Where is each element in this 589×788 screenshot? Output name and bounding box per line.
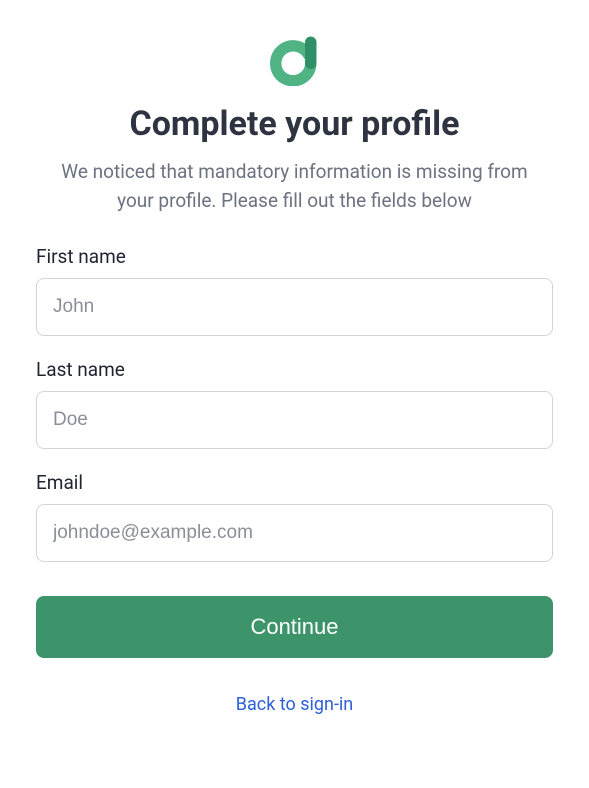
back-to-signin-link[interactable]: Back to sign-in <box>236 694 353 715</box>
last-name-label: Last name <box>36 358 553 381</box>
back-link-container: Back to sign-in <box>36 694 553 715</box>
last-name-input[interactable] <box>36 391 553 449</box>
email-label: Email <box>36 471 553 494</box>
logo-container <box>36 30 553 86</box>
email-input[interactable] <box>36 504 553 562</box>
first-name-group: First name <box>36 245 553 336</box>
continue-button[interactable]: Continue <box>36 596 553 658</box>
email-group: Email <box>36 471 553 562</box>
page-title: Complete your profile <box>36 104 553 144</box>
last-name-group: Last name <box>36 358 553 449</box>
page-subtitle: We noticed that mandatory information is… <box>36 158 553 215</box>
app-logo-icon <box>267 30 323 86</box>
first-name-label: First name <box>36 245 553 268</box>
first-name-input[interactable] <box>36 278 553 336</box>
